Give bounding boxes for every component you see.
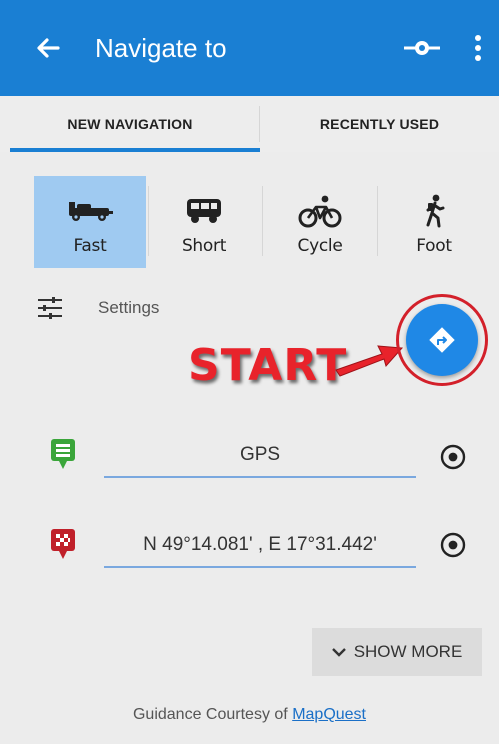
mode-divider (262, 186, 263, 256)
tab-bar: NEW NAVIGATION RECENTLY USED (0, 96, 499, 152)
target-icon[interactable] (438, 442, 468, 472)
destination-field[interactable]: N 49°14.081' , E 17°31.442' (104, 524, 416, 568)
mode-fast[interactable]: Fast (34, 176, 146, 268)
mode-label: Fast (73, 236, 107, 256)
mapquest-link[interactable]: MapQuest (292, 706, 366, 723)
tab-indicator (10, 148, 260, 152)
sliders-icon (36, 296, 64, 320)
mode-label: Foot (416, 236, 452, 256)
tab-recently-used[interactable]: RECENTLY USED (260, 96, 499, 152)
mode-foot[interactable]: Foot (380, 176, 488, 268)
route-icon[interactable] (400, 28, 444, 68)
mode-label: Short (181, 236, 227, 256)
mode-divider (377, 186, 378, 256)
arrow-left-icon[interactable] (30, 28, 70, 68)
page-title: Navigate to (95, 33, 227, 63)
chevron-down-icon (331, 648, 346, 657)
mode-divider (148, 186, 149, 256)
settings-label: Settings (98, 298, 160, 317)
start-location-field[interactable]: GPS (104, 434, 416, 478)
show-more-button[interactable]: SHOW MORE (312, 628, 482, 676)
show-more-label: SHOW MORE (353, 642, 463, 661)
finish-flag-icon (50, 528, 76, 562)
start-flag-icon (50, 438, 76, 472)
tab-new-navigation[interactable]: NEW NAVIGATION (0, 96, 260, 152)
mode-cycle[interactable]: Cycle (264, 176, 376, 268)
app-bar: Navigate to (0, 0, 499, 96)
mode-short[interactable]: Short (150, 176, 258, 268)
start-annotation: START (188, 340, 348, 391)
bicycle-icon (264, 194, 376, 228)
footer-credit: Guidance Courtesy of MapQuest (0, 706, 499, 724)
target-icon[interactable] (438, 530, 468, 560)
settings-button[interactable]: Settings (36, 292, 216, 324)
turn-right-icon (429, 327, 455, 353)
more-vert-icon[interactable] (466, 28, 490, 68)
mode-label: Cycle (297, 236, 343, 256)
start-fab (406, 304, 478, 376)
footer-text: Guidance Courtesy of (132, 706, 288, 723)
hiker-icon (380, 194, 488, 228)
start-button[interactable] (396, 294, 488, 386)
race-car-icon (34, 194, 146, 226)
van-icon (150, 194, 258, 226)
